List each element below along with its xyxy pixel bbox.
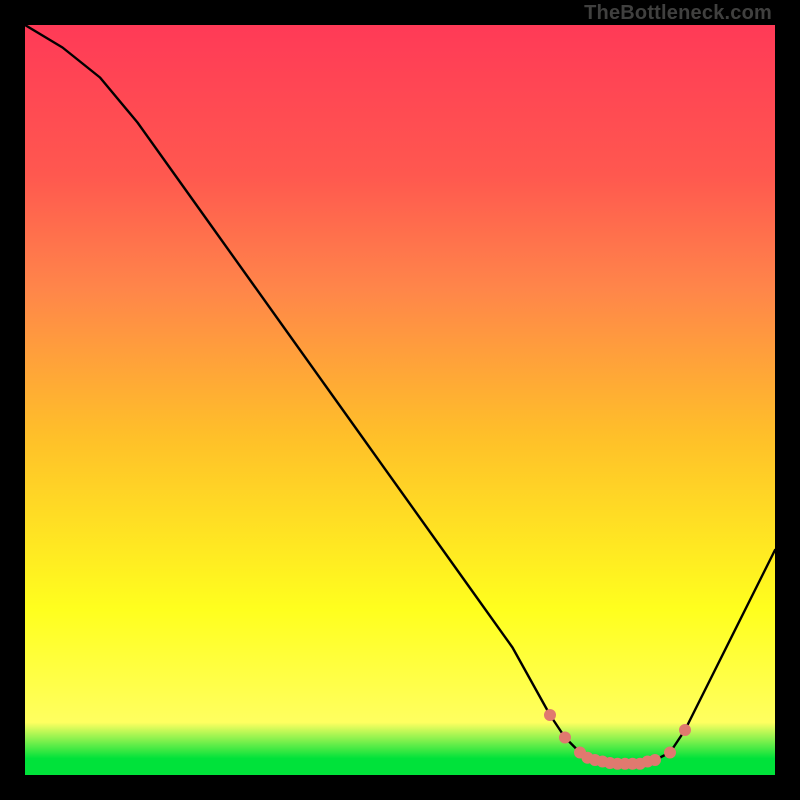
curve-marker: [649, 754, 661, 766]
plot-area: [25, 25, 775, 775]
curve-marker: [679, 724, 691, 736]
brand-watermark: TheBottleneck.com: [584, 2, 772, 25]
outer-frame: TheBottleneck.com: [0, 0, 800, 800]
bottleneck-curve: [25, 25, 775, 775]
curve-marker: [544, 709, 556, 721]
curve-marker: [664, 747, 676, 759]
curve-marker: [559, 732, 571, 744]
